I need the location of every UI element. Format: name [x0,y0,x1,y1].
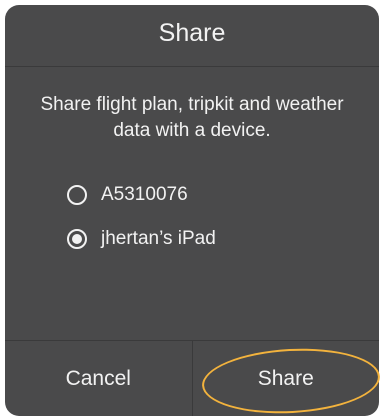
screen: Share Share flight plan, tripkit and wea… [0,0,386,419]
dialog-actions: Cancel Share [5,340,379,416]
device-options: A5310076 jhertan’s iPad [67,173,216,261]
device-option-a5310076[interactable]: A5310076 [67,173,216,217]
cancel-button[interactable]: Cancel [5,341,192,416]
share-dialog: Share Share flight plan, tripkit and wea… [5,5,379,416]
share-button[interactable]: Share [191,341,380,416]
radio-checked-icon[interactable] [67,229,87,249]
device-option-label: jhertan’s iPad [101,228,216,249]
dialog-title: Share [158,19,226,47]
radio-unchecked-icon[interactable] [67,185,87,205]
title-divider [5,66,379,67]
dialog-message: Share flight plan, tripkit and weather d… [40,94,344,141]
device-option-label: A5310076 [101,184,188,205]
device-option-jhertans-ipad[interactable]: jhertan’s iPad [67,217,216,261]
